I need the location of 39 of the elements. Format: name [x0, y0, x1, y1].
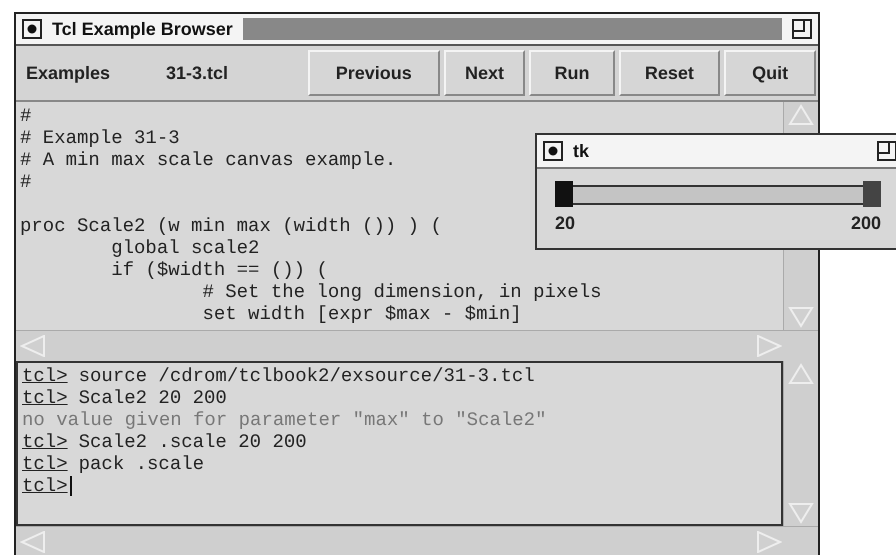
window-title: tk [573, 140, 590, 162]
console-command: Scale2 .scale 20 200 [78, 431, 307, 453]
scroll-down-icon[interactable] [788, 306, 814, 328]
console-prompt: tcl> [22, 475, 68, 497]
scroll-left-icon[interactable] [20, 335, 46, 357]
scroll-left-icon[interactable] [20, 531, 46, 553]
file-name-label: 31-3.tcl [166, 62, 230, 84]
console-prompt: tcl> [22, 387, 68, 409]
toolbar-button[interactable]: Reset [618, 50, 720, 96]
horizontal-scrollbar[interactable] [16, 330, 818, 361]
scale-marker[interactable] [863, 181, 881, 207]
console-prompt: tcl> [22, 431, 68, 453]
toolbar-button[interactable]: Next [444, 50, 526, 96]
scale-marker[interactable] [555, 181, 573, 207]
scale-value: 200 [850, 213, 881, 234]
horizontal-scrollbar[interactable] [16, 526, 818, 555]
scroll-up-icon[interactable] [788, 363, 814, 385]
toolbar-button[interactable]: Run [529, 50, 615, 96]
window-menu-icon[interactable] [543, 141, 563, 161]
window-menu-icon[interactable] [22, 19, 42, 39]
scroll-right-icon[interactable] [756, 335, 782, 357]
console-prompt: tcl> [22, 365, 68, 387]
examples-menu[interactable]: Examples [26, 62, 166, 84]
scale-value: 20 [555, 213, 576, 234]
text-cursor [70, 476, 72, 496]
window-title: Tcl Example Browser [52, 18, 233, 40]
scroll-down-icon[interactable] [788, 502, 814, 524]
console-error-text: no value given for parameter "max" to "Scale2" [22, 409, 546, 431]
console-prompt: tcl> [22, 453, 68, 475]
maximize-icon[interactable] [877, 141, 896, 161]
scroll-right-icon[interactable] [756, 531, 782, 553]
console-command: source /cdrom/tclbook2/exsource/31-3.tcl [78, 365, 535, 387]
scroll-up-icon[interactable] [788, 104, 814, 126]
toolbar-button[interactable]: Previous [308, 50, 440, 96]
vertical-scrollbar[interactable] [783, 361, 818, 526]
toolbar-button[interactable]: Quit [724, 50, 816, 96]
console-command: pack .scale [78, 453, 204, 475]
console-command: Scale2 20 200 [78, 387, 227, 409]
maximize-icon[interactable] [792, 19, 812, 39]
